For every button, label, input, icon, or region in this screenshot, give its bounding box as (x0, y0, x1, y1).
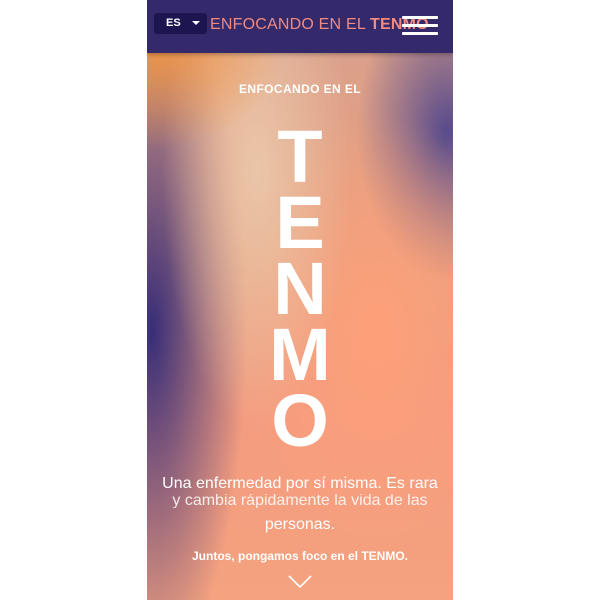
chevron-down-icon[interactable] (288, 575, 312, 589)
brand-logo[interactable]: ENFOCANDO EN EL TENMO (210, 15, 429, 35)
tagline-line: y cambia rápidamente la vida de las (172, 494, 428, 508)
hero-kicker: ENFOCANDO EN EL (238, 82, 361, 96)
hamburger-line (402, 32, 438, 35)
site-header: ES ENFOCANDO EN EL TENMO (147, 0, 453, 53)
brand-prefix: ENFOCANDO EN EL (210, 16, 370, 33)
caret-down-icon (192, 21, 200, 25)
hamburger-icon[interactable] (402, 16, 438, 36)
hero-tagline: Una enfermedad por sí misma. Es rara y c… (157, 473, 443, 535)
tagline-line: personas. (264, 516, 336, 533)
language-select[interactable]: ES (154, 13, 207, 34)
hamburger-line (402, 16, 438, 19)
hero-cta-text: Juntos, pongamos foco en el TENMO. (191, 549, 408, 563)
language-select-value: ES (166, 17, 181, 29)
hero-title: T E N M O (147, 120, 453, 462)
hero-title-letter: O (271, 379, 329, 462)
mobile-viewport: ES ENFOCANDO EN EL TENMO ENFOCANDO EN EL… (147, 0, 453, 600)
tagline-line: Una enfermedad por sí misma. Es rara (162, 475, 438, 492)
hamburger-line (402, 24, 438, 27)
